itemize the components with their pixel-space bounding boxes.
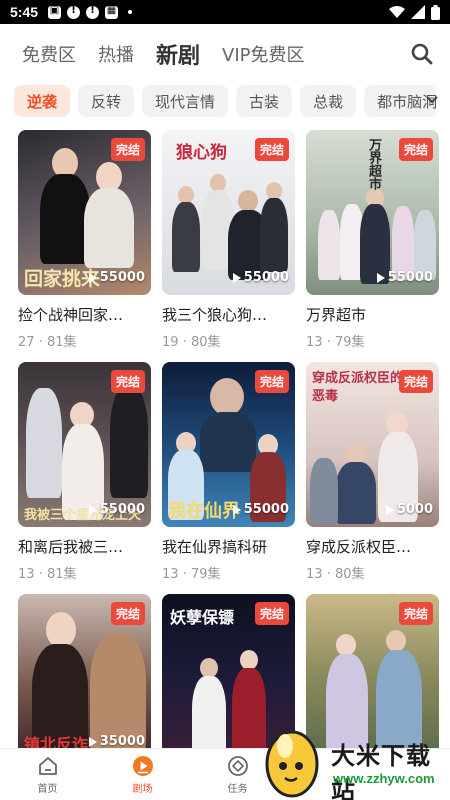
play-count: 55000 (88, 502, 145, 517)
drama-card[interactable]: 镇北反诈 完结 35000 (18, 594, 151, 759)
drama-meta: 13 · 80集 (306, 567, 365, 582)
nav-theater[interactable]: 剧场 (95, 749, 190, 800)
play-icon (232, 504, 241, 515)
drama-card[interactable]: 狼心狗 完结 55000 我三个狼心狗… 19 · 80集 (162, 130, 295, 350)
drama-card[interactable]: 回家挑来 完结 55000 捡个战神回家… 27 · 81集 (18, 130, 151, 350)
play-count: 55000 (232, 502, 289, 517)
play-icon (232, 272, 241, 283)
drama-title: 和离后我被三… (18, 538, 124, 556)
status-badge: 完结 (398, 138, 433, 161)
status-badge: 完结 (398, 602, 433, 625)
home-icon (38, 756, 57, 775)
poster-title: 妖孽保镖 (170, 608, 235, 627)
chevron-down-icon[interactable] (424, 92, 440, 108)
status-badge: 完结 (254, 138, 289, 161)
theater-play-icon (132, 755, 153, 776)
drama-title: 我在仙界搞科研 (162, 538, 268, 556)
chip-counterattack[interactable]: 逆袭 (14, 85, 71, 117)
play-count: 55000 (232, 270, 289, 285)
notification-dot-icon (128, 10, 133, 14)
play-icon (88, 272, 97, 283)
drama-meta: 13 · 79集 (306, 335, 365, 350)
play-icon (376, 272, 385, 283)
drama-poster: 狼心狗 完结 55000 (162, 130, 295, 295)
drama-meta: 13 · 79集 (162, 567, 221, 582)
status-badge: 完结 (110, 370, 145, 393)
play-icon (88, 504, 97, 515)
nav-home-label: 首页 (37, 783, 58, 795)
search-icon[interactable] (410, 42, 434, 66)
watermark-title: 大米下载站 (331, 742, 431, 800)
play-icon (385, 504, 394, 515)
chip-twist[interactable]: 反转 (78, 85, 135, 117)
poster-title: 穿成反派权臣的恶毒 (312, 371, 404, 404)
drama-card[interactable]: 万界超市 完结 55000 万界超市 13 · 79集 (306, 130, 439, 350)
status-badge: 完结 (110, 602, 145, 625)
drama-poster: 镇北反诈 完结 35000 (18, 594, 151, 759)
drama-meta: 27 · 81集 (18, 335, 77, 350)
poster-title: 狼心狗 (176, 143, 227, 163)
poster-title: 万界超市 (366, 138, 381, 190)
drama-poster: 穿成反派权臣的恶毒 完结 5000 (306, 362, 439, 527)
drama-poster: 我在仙界 完结 55000 (162, 362, 295, 527)
alert-icon: ! (67, 5, 81, 19)
drama-title: 万界超市 (306, 306, 367, 324)
category-tabs: 免费区 热播 新剧 VIP免费区 (22, 36, 434, 72)
status-badge: 完结 (254, 602, 289, 625)
tab-hot[interactable]: 热播 (98, 41, 134, 67)
tab-free[interactable]: 免费区 (22, 41, 76, 67)
poster-title: 我在仙界 (168, 501, 240, 522)
status-badge: 完结 (398, 370, 433, 393)
play-icon (88, 736, 97, 747)
tab-vip-free[interactable]: VIP免费区 (222, 41, 304, 67)
drama-poster: 回家挑来 完结 55000 (18, 130, 151, 295)
wifi-icon (389, 6, 405, 18)
chip-modern-romance[interactable]: 现代言情 (142, 85, 229, 117)
alert-icon: ! (86, 5, 100, 19)
play-count: 55000 (88, 270, 145, 285)
photo-icon: ▣ (48, 5, 62, 19)
media-icon: ▦ (105, 5, 119, 19)
drama-title: 捡个战神回家… (18, 306, 124, 324)
nav-home[interactable]: 首页 (0, 749, 95, 800)
chip-ceo[interactable]: 总裁 (300, 85, 357, 117)
drama-poster: 万界超市 完结 55000 (306, 130, 439, 295)
drama-meta: 13 · 81集 (18, 567, 77, 582)
status-bar: 5:45 ▣ ! ! ▦ (0, 0, 450, 24)
play-count: 55000 (376, 270, 433, 285)
drama-title: 我三个狼心狗… (162, 306, 268, 324)
drama-card[interactable]: 穿成反派权臣的恶毒 完结 5000 穿成反派权臣… 13 · 80集 (306, 362, 439, 582)
watermark: 大米下载站 www.zzhyw.com (235, 722, 450, 800)
drama-title: 穿成反派权臣… (306, 538, 412, 556)
drama-card[interactable]: 我在仙界 完结 55000 我在仙界搞科研 13 · 79集 (162, 362, 295, 582)
status-badge: 完结 (110, 138, 145, 161)
nav-theater-label: 剧场 (132, 783, 153, 795)
play-count: 35000 (88, 734, 145, 749)
tab-new-drama[interactable]: 新剧 (156, 38, 200, 70)
status-time: 5:45 (10, 4, 39, 20)
drama-poster: 我被三个皇兄宠上天 完结 55000 (18, 362, 151, 527)
watermark-mascot-icon (265, 730, 319, 798)
drama-meta: 19 · 80集 (162, 335, 221, 350)
play-count: 5000 (385, 502, 433, 517)
signal-icon (411, 5, 425, 19)
battery-icon (431, 4, 440, 20)
chip-costume[interactable]: 古装 (236, 85, 293, 117)
drama-card[interactable]: 我被三个皇兄宠上天 完结 55000 和离后我被三… 13 · 81集 (18, 362, 151, 582)
status-badge: 完结 (254, 370, 289, 393)
watermark-url: www.zzhyw.com (333, 771, 435, 786)
genre-chips: 逆袭 反转 现代言情 古装 总裁 都市脑洞 (14, 84, 436, 118)
